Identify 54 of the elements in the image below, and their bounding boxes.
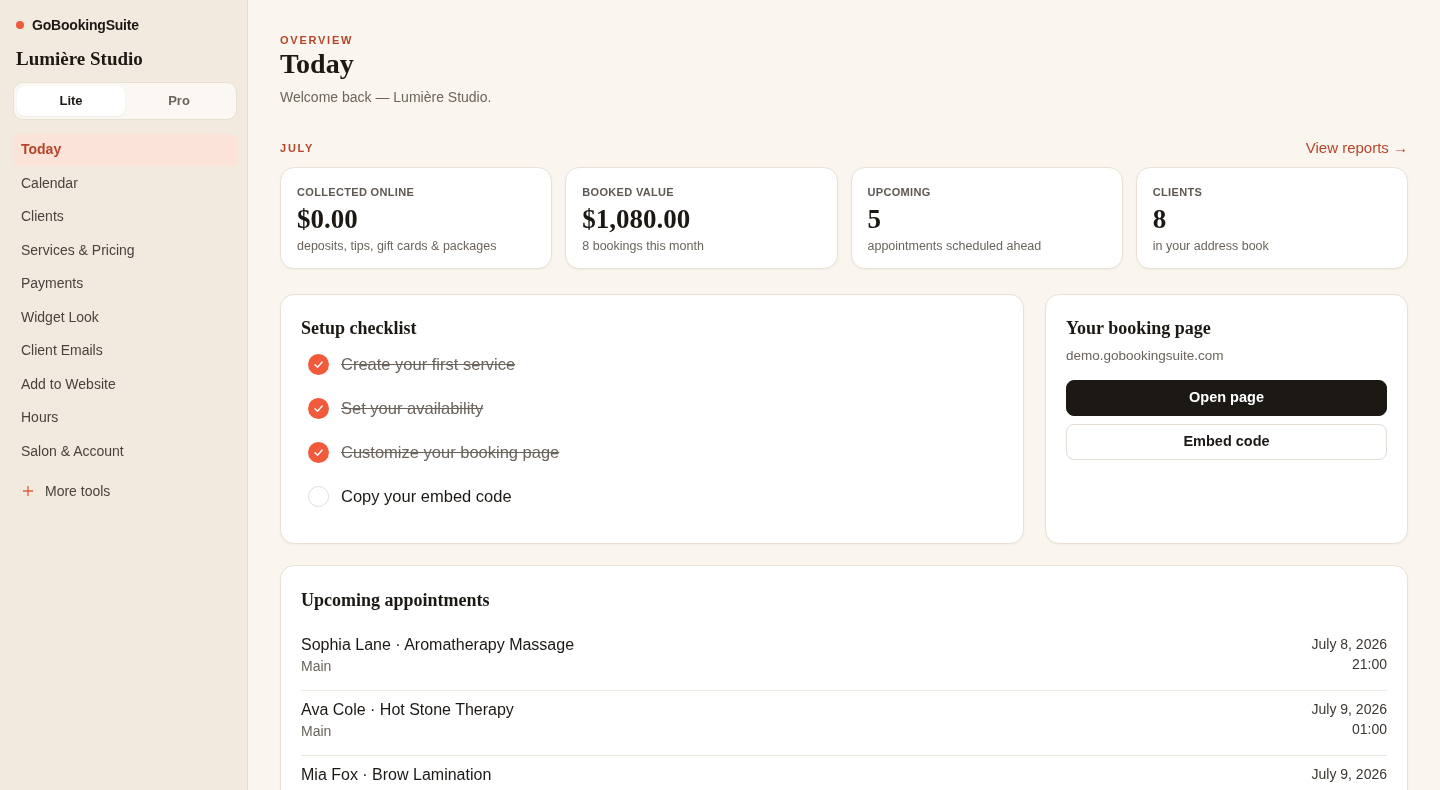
appointment-location: Main — [301, 657, 333, 676]
appointment-location: Main — [301, 722, 333, 741]
nav-item[interactable]: Hours — [13, 402, 237, 434]
nav-item[interactable]: Clients — [13, 201, 237, 233]
stat-label: BOOKED VALUE — [582, 185, 675, 199]
plan-tab[interactable]: Pro — [125, 86, 233, 116]
page-title: Today — [280, 47, 355, 81]
appointment-title: Sophia Lane · Aromatherapy Massage — [301, 635, 575, 655]
stat-label: UPCOMING — [867, 185, 932, 199]
workspace-name: Lumière Studio — [16, 47, 144, 71]
nav-item[interactable]: Payments — [13, 268, 237, 300]
more-tools-button[interactable]: More tools — [13, 477, 119, 505]
checklist-item: Copy your embed code — [341, 485, 512, 507]
card-title: Upcoming appointments — [301, 589, 491, 612]
stat-value: 8 — [1152, 203, 1168, 235]
stat-caption: in your address book — [1152, 238, 1270, 254]
booking-page-url: demo.gobookingsuite.com — [1066, 347, 1225, 365]
appointment-time: 21:00 — [1351, 655, 1387, 674]
stat-value: 5 — [867, 203, 882, 235]
nav-item[interactable]: Add to Website — [13, 368, 237, 400]
checklist-item: Set your availability — [341, 397, 484, 419]
appointment-title: Mia Fox · Brow Lamination — [301, 765, 492, 785]
stat-value: $1,080.00 — [582, 203, 692, 235]
stat-caption: deposits, tips, gift cards & packages — [297, 238, 498, 254]
nav-item[interactable]: Client Emails — [13, 335, 237, 367]
plan-tab[interactable]: Lite — [17, 86, 125, 116]
nav-item[interactable]: Today — [13, 134, 237, 166]
brand-name: GoBookingSuite — [32, 15, 139, 35]
welcome-text: Welcome back — Lumière Studio. — [280, 88, 493, 107]
embed-code-button[interactable]: Embed code — [1066, 424, 1387, 460]
plus-icon — [23, 486, 33, 496]
stat-label: COLLECTED ONLINE — [297, 185, 416, 199]
stat-value: $0.00 — [297, 203, 359, 235]
stat-caption: appointments scheduled ahead — [867, 238, 1043, 254]
nav-item[interactable]: Calendar — [13, 167, 237, 199]
section-eyebrow: OVERVIEW — [280, 33, 355, 47]
stat-caption: 8 bookings this month — [582, 238, 705, 254]
nav-item[interactable]: Widget Look — [13, 301, 237, 333]
appointment-date: July 9, 2026 — [1311, 765, 1387, 784]
appointment-date: July 8, 2026 — [1311, 635, 1387, 654]
appointment-date: July 9, 2026 — [1311, 700, 1387, 719]
appointment-title: Ava Cole · Hot Stone Therapy — [301, 700, 514, 720]
stat-label: CLIENTS — [1152, 185, 1204, 199]
month-label: JULY — [280, 141, 315, 155]
checklist-item: Customize your booking page — [341, 441, 560, 463]
logo-dot-icon — [16, 21, 24, 29]
nav-item[interactable]: Services & Pricing — [13, 234, 237, 266]
appointment-time: 01:00 — [1351, 720, 1387, 739]
open-page-button[interactable]: Open page — [1066, 380, 1387, 416]
card-title: Setup checklist — [301, 317, 418, 340]
nav-item[interactable]: Salon & Account — [13, 435, 237, 467]
card-title: Your booking page — [1066, 317, 1212, 340]
view-reports-link[interactable]: View reports → — [1305, 136, 1408, 160]
checklist-item: Create your first service — [341, 353, 516, 375]
